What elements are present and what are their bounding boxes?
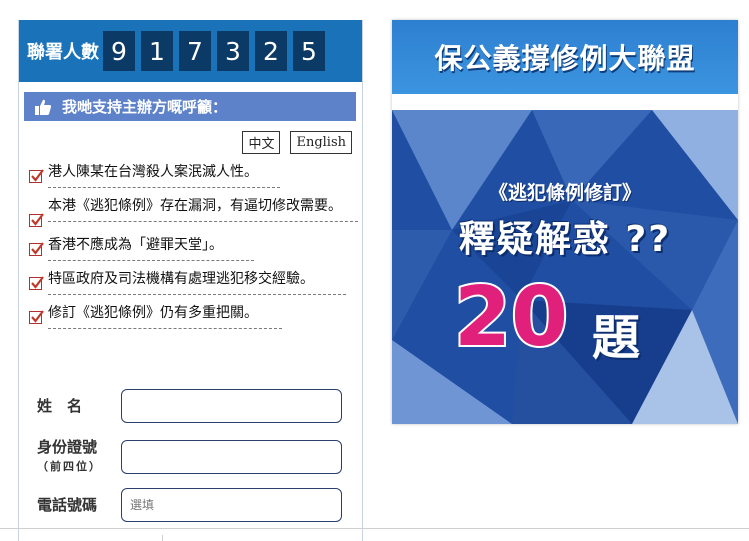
claim-text: 特區政府及司法機構有處理逃犯移交經驗。 <box>48 267 346 295</box>
counter-digit: 5 <box>293 31 325 71</box>
banner-subtitle: 《逃犯條例修訂》 <box>488 182 641 204</box>
phone-label: 電話號碼 <box>37 496 98 514</box>
question-unit: 題 <box>592 310 641 366</box>
polygon-background <box>392 110 738 424</box>
claim-text: 修訂《逃犯條例》仍有多重把關。 <box>48 301 282 329</box>
banner-header: 保公義撐修例大聯盟 <box>392 20 738 94</box>
claim-item: 修訂《逃犯條例》仍有多重把關。 <box>19 301 362 329</box>
counter-digit: 7 <box>179 31 211 71</box>
checkbox-checked-icon[interactable] <box>29 242 44 256</box>
phone-field[interactable] <box>121 488 342 522</box>
banner-title: 保公義撐修例大聯盟 <box>434 42 696 75</box>
counter-digit: 3 <box>217 31 249 71</box>
name-row: 姓 名 <box>37 389 342 423</box>
claim-text: 香港不應成為「避罪天堂」。 <box>48 233 254 261</box>
checkbox-checked-icon[interactable] <box>29 169 44 183</box>
english-language-button[interactable]: English <box>290 131 352 154</box>
counter-digit: 1 <box>141 31 173 71</box>
checkbox-checked-icon[interactable] <box>29 213 44 227</box>
counter-label: 聯署人數 <box>27 42 99 63</box>
question-count: 20 <box>452 268 570 367</box>
counter-digit: 2 <box>255 31 287 71</box>
name-field[interactable] <box>121 389 342 423</box>
petition-panel: 聯署人數 9 1 7 3 2 5 我哋支持主辦方嘅呼籲： 中文 English <box>18 20 363 541</box>
chinese-language-button[interactable]: 中文 <box>242 131 281 154</box>
claim-text: 港人陳某在台灣殺人案泯滅人性。 <box>48 160 280 188</box>
banner-headline: 釋疑解惑 ?? <box>458 219 672 260</box>
claim-text: 本港《逃犯條例》存在漏洞，有逼切修改需要。 <box>48 194 358 222</box>
id-label: 身份證號 <box>37 438 98 456</box>
language-switcher: 中文 English <box>19 131 362 154</box>
name-label: 姓 名 <box>37 397 83 415</box>
id-number-field[interactable] <box>121 440 342 474</box>
support-label: 我哋支持主辦方嘅呼籲： <box>62 98 228 116</box>
id-label-group: 身份證號 （前四位） <box>37 438 121 476</box>
faq-banner[interactable]: 保公義撐修例大聯盟 《逃犯條例修訂》 釋疑解惑 ?? 20 題 <box>392 20 738 424</box>
thumbs-up-icon <box>34 98 52 116</box>
signature-counter: 聯署人數 9 1 7 3 2 5 <box>19 20 362 82</box>
id-row: 身份證號 （前四位） <box>37 438 342 476</box>
footer-tick <box>162 535 163 541</box>
counter-digit: 9 <box>103 31 135 71</box>
claim-item: 特區政府及司法機構有處理逃犯移交經驗。 <box>19 267 362 295</box>
claims-list: 港人陳某在台灣殺人案泯滅人性。 本港《逃犯條例》存在漏洞，有逼切修改需要。 香港… <box>19 160 362 329</box>
claim-item: 本港《逃犯條例》存在漏洞，有逼切修改需要。 <box>19 194 362 227</box>
checkbox-checked-icon[interactable] <box>29 310 44 324</box>
banner-divider <box>392 94 738 110</box>
checkbox-checked-icon[interactable] <box>29 276 44 290</box>
phone-row: 電話號碼 <box>37 488 342 522</box>
claim-item: 香港不應成為「避罪天堂」。 <box>19 233 362 261</box>
claim-item: 港人陳某在台灣殺人案泯滅人性。 <box>19 160 362 188</box>
page: 聯署人數 9 1 7 3 2 5 我哋支持主辦方嘅呼籲： 中文 English <box>0 0 749 541</box>
id-sublabel: （前四位） <box>37 460 102 473</box>
footer-divider <box>0 528 749 529</box>
support-heading: 我哋支持主辦方嘅呼籲： <box>24 92 356 121</box>
